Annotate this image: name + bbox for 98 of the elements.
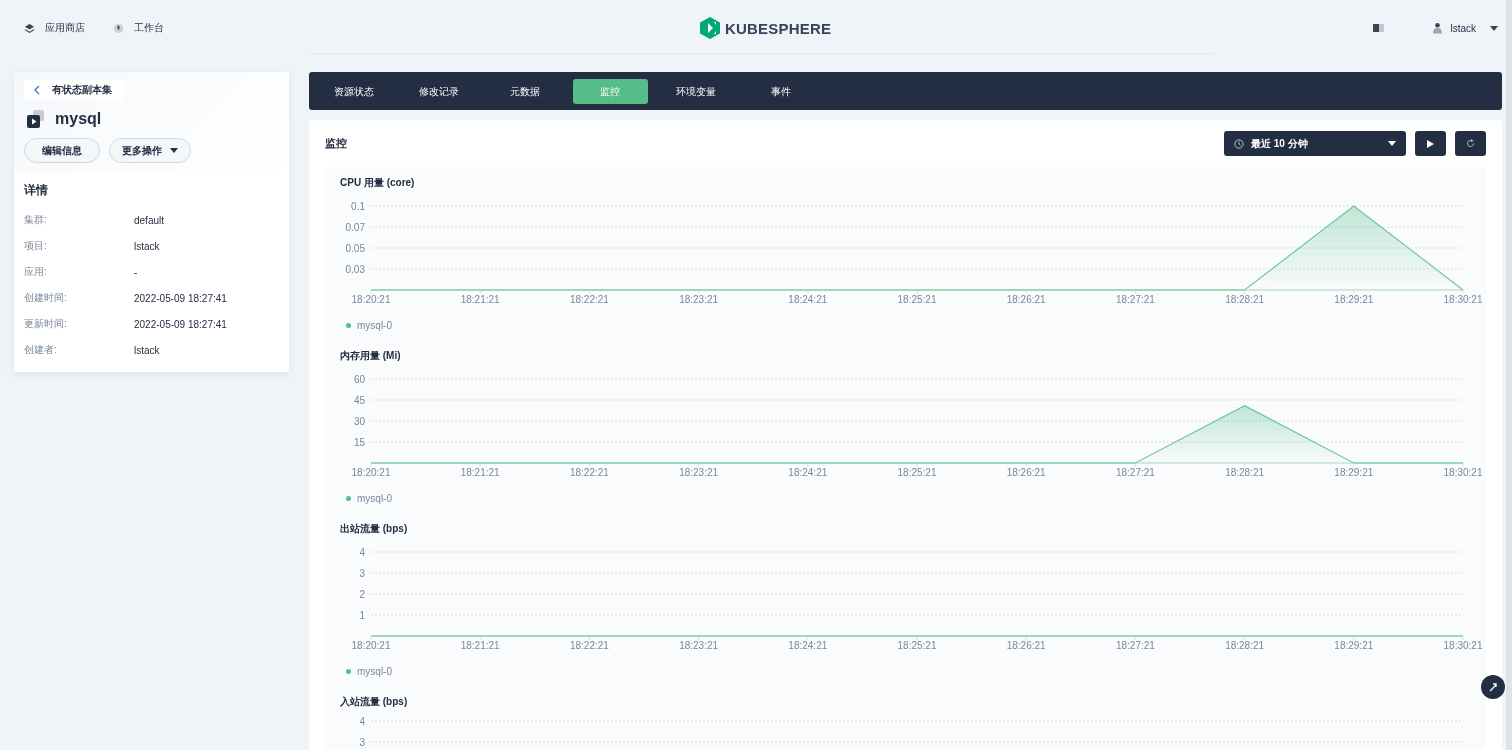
detail-label: 创建时间: bbox=[24, 291, 68, 305]
detail-value: default bbox=[134, 214, 165, 226]
x-tick-label: 18:28:21 bbox=[1225, 294, 1265, 305]
detail-value: 2022-05-09 18:27:41 bbox=[134, 292, 227, 304]
user-icon bbox=[1433, 22, 1443, 34]
caret-icon bbox=[170, 148, 178, 153]
tab[interactable]: 环境变量 bbox=[658, 78, 733, 104]
y-tick-label: 1 bbox=[359, 610, 365, 621]
y-tick-label: 3 bbox=[359, 568, 365, 579]
caret-icon bbox=[1388, 141, 1396, 146]
x-tick-label: 18:20:21 bbox=[351, 467, 391, 478]
x-tick-label: 18:24:21 bbox=[788, 640, 828, 651]
x-tick-label: 18:21:21 bbox=[460, 640, 500, 651]
user-name[interactable]: lstack bbox=[1450, 22, 1476, 34]
x-tick-label: 18:23:21 bbox=[679, 467, 719, 478]
legend-label: mysql-0 bbox=[357, 665, 392, 677]
x-tick-label: 18:22:21 bbox=[569, 294, 609, 305]
x-tick-label: 18:29:21 bbox=[1334, 467, 1374, 478]
y-tick-label: 4 bbox=[359, 547, 365, 558]
more-actions-button[interactable]: 更多操作 bbox=[109, 138, 191, 163]
tab[interactable]: 修改记录 bbox=[401, 78, 477, 104]
logo-text: KUBESPHERE bbox=[725, 19, 832, 37]
caret-icon[interactable] bbox=[1490, 25, 1498, 31]
tab[interactable]: 元数据 bbox=[487, 78, 562, 104]
detail-value: 2022-05-09 18:27:41 bbox=[134, 318, 227, 330]
y-tick-label: 30 bbox=[353, 416, 365, 427]
x-tick-label: 18:30:21 bbox=[1443, 640, 1483, 651]
layers-icon bbox=[24, 22, 35, 34]
x-tick-label: 18:21:21 bbox=[460, 294, 500, 305]
x-tick-label: 18:20:21 bbox=[351, 640, 391, 651]
refresh-icon bbox=[1466, 139, 1475, 148]
workload-icon bbox=[27, 110, 45, 128]
y-tick-label: 2 bbox=[359, 589, 365, 600]
x-tick-label: 18:26:21 bbox=[1006, 467, 1046, 478]
detail-value: lstack bbox=[134, 344, 160, 356]
x-tick-label: 18:27:21 bbox=[1115, 294, 1155, 305]
play-button[interactable] bbox=[1415, 131, 1446, 156]
chart-title: 内存用量 (Mi) bbox=[339, 349, 402, 363]
y-tick-label: 0.03 bbox=[345, 264, 365, 275]
x-tick-label: 18:26:21 bbox=[1006, 640, 1046, 651]
detail-value: - bbox=[134, 266, 138, 278]
x-tick-label: 18:23:21 bbox=[679, 294, 719, 305]
x-tick-label: 18:28:21 bbox=[1225, 640, 1265, 651]
panel-title: 监控 bbox=[325, 136, 347, 151]
x-tick-label: 18:29:21 bbox=[1334, 640, 1374, 651]
detail-label: 更新时间: bbox=[24, 317, 68, 331]
play-icon bbox=[1427, 139, 1434, 148]
legend-label: mysql-0 bbox=[357, 492, 392, 504]
x-tick-label: 18:27:21 bbox=[1115, 467, 1155, 478]
detail-label: 集群: bbox=[24, 213, 48, 227]
x-tick-label: 18:24:21 bbox=[788, 467, 828, 478]
scrollbar[interactable] bbox=[1506, 0, 1512, 750]
x-tick-label: 18:30:21 bbox=[1443, 294, 1483, 305]
y-tick-label: 0.07 bbox=[345, 222, 365, 233]
x-tick-label: 18:21:21 bbox=[460, 467, 500, 478]
y-tick-label: 45 bbox=[353, 395, 365, 406]
x-tick-label: 18:25:21 bbox=[897, 294, 937, 305]
y-tick-label: 60 bbox=[353, 374, 365, 385]
back-link[interactable]: 有状态副本集 bbox=[24, 80, 124, 100]
dashboard-icon bbox=[113, 22, 124, 34]
x-tick-label: 18:22:21 bbox=[569, 640, 609, 651]
chart-title: 出站流量 (bps) bbox=[339, 522, 409, 536]
detail-label: 创建者: bbox=[24, 343, 58, 357]
y-tick-label: 3 bbox=[359, 737, 365, 748]
x-tick-label: 18:25:21 bbox=[897, 640, 937, 651]
y-tick-label: 4 bbox=[359, 716, 365, 727]
tab[interactable]: 事件 bbox=[743, 78, 819, 104]
section-title: 详情 bbox=[24, 182, 49, 199]
book-icon[interactable] bbox=[1373, 23, 1386, 33]
edit-button[interactable]: 编辑信息 bbox=[24, 138, 100, 163]
x-tick-label: 18:20:21 bbox=[351, 294, 391, 305]
refresh-button[interactable] bbox=[1455, 131, 1486, 156]
x-tick-label: 18:27:21 bbox=[1115, 640, 1155, 651]
clock-icon bbox=[1234, 138, 1244, 149]
detail-label: 应用: bbox=[24, 265, 48, 279]
chart-title: 入站流量 (bps) bbox=[339, 695, 409, 709]
y-tick-label: 0.1 bbox=[351, 201, 365, 212]
time-range-select[interactable]: 最近 10 分钟 bbox=[1224, 131, 1406, 156]
x-tick-label: 18:26:21 bbox=[1006, 294, 1046, 305]
logo-icon bbox=[700, 17, 720, 39]
x-tick-label: 18:30:21 bbox=[1443, 467, 1483, 478]
chart-title: CPU 用量 (core) bbox=[339, 176, 416, 190]
tab[interactable]: 资源状态 bbox=[316, 78, 391, 104]
x-tick-label: 18:29:21 bbox=[1334, 294, 1374, 305]
resource-name: mysql bbox=[55, 110, 102, 128]
detail-value: lstack bbox=[134, 240, 160, 252]
nav-link[interactable]: 工作台 bbox=[113, 21, 164, 35]
y-tick-label: 0.05 bbox=[345, 243, 365, 254]
help-icon bbox=[1488, 682, 1498, 692]
detail-label: 项目: bbox=[24, 239, 48, 253]
x-tick-label: 18:25:21 bbox=[897, 467, 937, 478]
y-tick-label: 15 bbox=[353, 437, 365, 448]
x-tick-label: 18:28:21 bbox=[1225, 467, 1265, 478]
nav-link[interactable]: 应用商店 bbox=[24, 21, 85, 35]
legend-label: mysql-0 bbox=[357, 319, 392, 331]
x-tick-label: 18:23:21 bbox=[679, 640, 719, 651]
x-tick-label: 18:24:21 bbox=[788, 294, 828, 305]
x-tick-label: 18:22:21 bbox=[569, 467, 609, 478]
